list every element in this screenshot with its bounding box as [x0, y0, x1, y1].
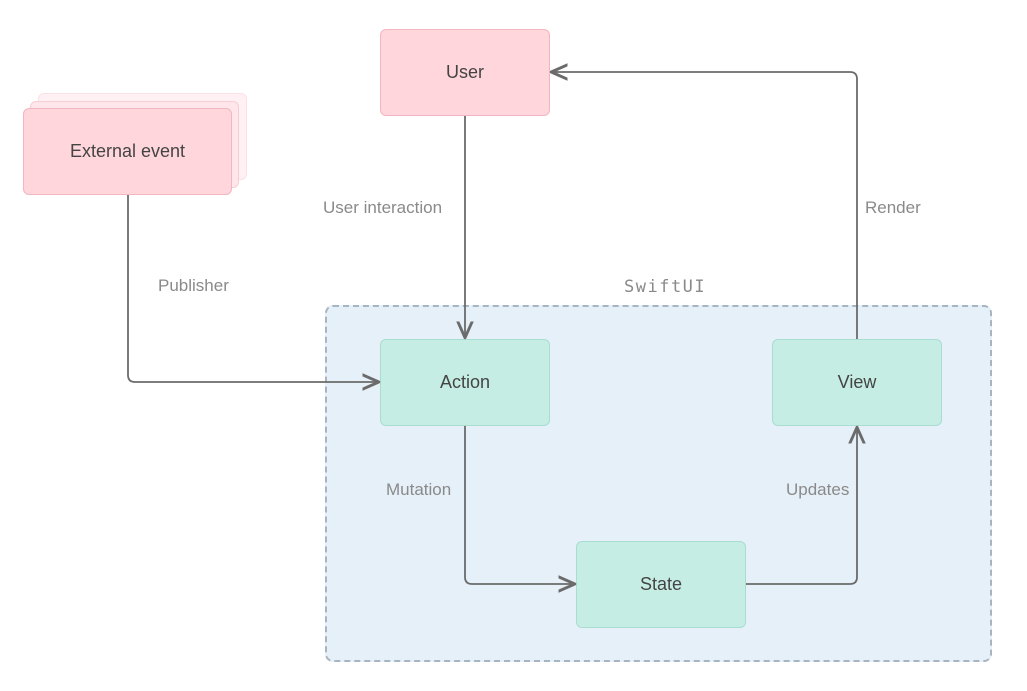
mutation-label: Mutation	[386, 480, 451, 500]
state-node: State	[576, 541, 746, 628]
view-node: View	[772, 339, 942, 426]
external-event-text: External event	[70, 141, 185, 162]
view-text: View	[838, 372, 877, 393]
user-interaction-label: User interaction	[323, 198, 442, 218]
action-text: Action	[440, 372, 490, 393]
state-text: State	[640, 574, 682, 595]
publisher-label: Publisher	[158, 276, 229, 296]
action-node: Action	[380, 339, 550, 426]
swiftui-label: SwiftUI	[624, 277, 706, 297]
render-label: Render	[865, 198, 921, 218]
external-event-node: External event	[23, 108, 232, 195]
user-node: User	[380, 29, 550, 116]
user-text: User	[446, 62, 484, 83]
updates-label: Updates	[786, 480, 849, 500]
